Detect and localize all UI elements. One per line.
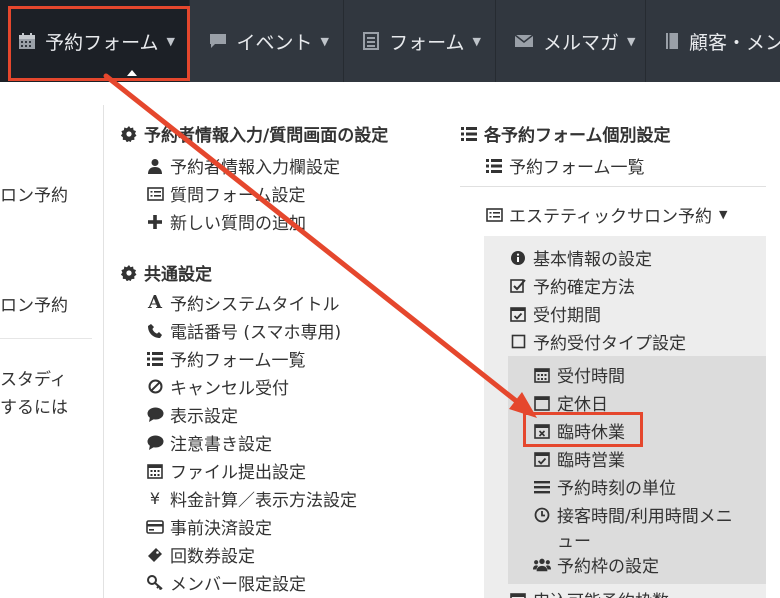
left-item[interactable]: するには	[0, 393, 68, 418]
link-member-only[interactable]: メンバー限定設定	[146, 570, 306, 595]
calendar-empty-icon	[533, 394, 551, 412]
divider	[0, 338, 92, 339]
calendar-check-icon	[509, 305, 527, 323]
link-cancellation[interactable]: キャンセル受付	[146, 374, 289, 399]
highlight-box-nav	[8, 6, 190, 81]
nav-form[interactable]: フォーム ▼	[344, 0, 496, 82]
link-service-time-menu-cont[interactable]: ュー	[557, 527, 591, 552]
highlight-box-temporary-closure	[523, 412, 643, 447]
link-prepayment[interactable]: 事前決済設定	[146, 514, 272, 539]
clock-icon	[533, 506, 551, 524]
list-icon	[460, 125, 478, 143]
link-confirmation-method[interactable]: 予約確定方法	[509, 273, 635, 298]
link-time-unit[interactable]: 予約時刻の単位	[533, 474, 676, 499]
left-item[interactable]: スタディ	[0, 365, 67, 390]
list-alt-icon	[146, 185, 164, 203]
link-reservation-form-list[interactable]: 予約フォーム一覧	[485, 153, 645, 178]
nav-customer[interactable]: 顧客・メン	[646, 0, 780, 82]
link-bookable-slots-cutoff[interactable]: 申込可能予約枠数	[509, 587, 669, 598]
dropdown-form-esthetic-salon[interactable]: エステティックサロン予約 ▼	[485, 202, 727, 227]
divider	[460, 186, 766, 187]
link-pricing[interactable]: ¥ 料金計算／表示方法設定	[146, 486, 357, 511]
calendar-check-icon	[533, 450, 551, 468]
chevron-down-icon: ▼	[320, 34, 329, 48]
nav-mail-magazine[interactable]: メルマガ ▼	[496, 0, 646, 82]
check-square-icon	[509, 277, 527, 295]
gear-icon	[120, 264, 138, 282]
link-temporary-opening[interactable]: 臨時営業	[533, 446, 625, 471]
left-item[interactable]: ロン予約	[0, 181, 68, 206]
book-icon	[664, 31, 680, 51]
key-icon	[146, 574, 164, 592]
left-item[interactable]: ロン予約	[0, 291, 68, 316]
info-circle-icon	[509, 249, 527, 267]
link-acceptance-period[interactable]: 受付期間	[509, 301, 601, 326]
ticket-icon	[146, 546, 164, 564]
section-header-individual-settings: 各予約フォーム個別設定	[460, 121, 671, 146]
comment-icon	[146, 434, 164, 452]
list-icon	[485, 157, 503, 175]
section-header-input-settings: 予約者情報入力/質問画面の設定	[120, 121, 388, 146]
link-question-form[interactable]: 質問フォーム設定	[146, 181, 306, 206]
chevron-down-icon: ▼	[472, 34, 481, 48]
link-service-time-menu[interactable]: 接客時間/利用時間メニ	[533, 502, 733, 527]
ban-icon	[146, 378, 164, 396]
nav-label: フォーム	[389, 31, 465, 54]
chevron-down-icon: ▼	[627, 34, 636, 48]
credit-card-icon	[146, 518, 164, 536]
section-header-common-settings: 共通設定	[120, 260, 212, 285]
link-basic-info[interactable]: 基本情報の設定	[509, 245, 652, 270]
nav-label: 顧客・メン	[689, 31, 780, 54]
column-divider	[103, 105, 104, 598]
calendar-icon	[146, 462, 164, 480]
link-slot-settings[interactable]: 予約枠の設定	[533, 552, 659, 577]
comment-icon	[146, 406, 164, 424]
link-customer-info-fields[interactable]: 予約者情報入力欄設定	[146, 153, 340, 178]
link-reception-type[interactable]: 予約受付タイプ設定	[509, 329, 686, 354]
list-alt-icon	[485, 206, 503, 224]
plus-icon	[146, 213, 164, 231]
font-icon: A	[148, 292, 162, 313]
gear-icon	[120, 125, 138, 143]
bars-icon	[533, 478, 551, 496]
link-add-question[interactable]: 新しい質問の追加	[146, 209, 306, 234]
users-icon	[533, 556, 551, 574]
square-icon	[509, 333, 527, 351]
link-system-title[interactable]: A 予約システムタイトル	[146, 290, 339, 315]
nav-event[interactable]: イベント ▼	[190, 0, 344, 82]
nav-label: イベント	[236, 31, 313, 54]
user-icon	[146, 157, 164, 175]
link-form-list[interactable]: 予約フォーム一覧	[146, 346, 306, 371]
speech-bubble-icon	[208, 31, 228, 51]
chevron-down-icon: ▼	[718, 208, 728, 221]
link-display-settings[interactable]: 表示設定	[146, 402, 238, 427]
link-coupon-ticket[interactable]: 回数券設定	[146, 542, 255, 567]
yen-icon: ¥	[149, 489, 161, 508]
list-alt-icon	[362, 31, 380, 51]
link-reception-hours[interactable]: 受付時間	[533, 362, 625, 387]
envelope-icon	[514, 31, 534, 51]
phone-icon	[146, 322, 164, 340]
list-icon	[146, 350, 164, 368]
calendar-icon	[533, 366, 551, 384]
link-notes-settings[interactable]: 注意書き設定	[146, 430, 272, 455]
left-column: ロン予約 ロン予約 スタディ するには	[0, 82, 100, 598]
calendar-icon	[509, 591, 527, 598]
link-file-submission[interactable]: ファイル提出設定	[146, 458, 306, 483]
link-phone-number[interactable]: 電話番号 (スマホ専用)	[146, 318, 341, 343]
nav-label: メルマガ	[543, 31, 620, 54]
